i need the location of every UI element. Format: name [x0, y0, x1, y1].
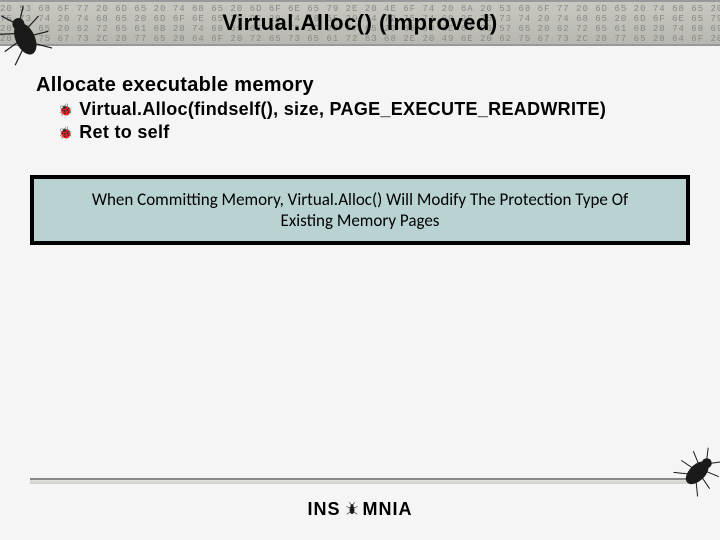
brand-logo: INS MNIA	[307, 499, 412, 520]
sub-bullet-text: Virtual.Alloc(findself(), size, PAGE_EXE…	[79, 99, 606, 120]
logo-text-right: MNIA	[363, 499, 413, 520]
footer: INS MNIA	[0, 478, 720, 540]
sub-bullet-text: Ret to self	[79, 122, 169, 143]
bug-bullet-icon: 🐞	[58, 127, 73, 139]
sub-bullet-list: 🐞 Virtual.Alloc(findself(), size, PAGE_E…	[36, 99, 684, 143]
bug-bullet-icon: 🐞	[58, 104, 73, 116]
callout-box: When Committing Memory, Virtual.Alloc() …	[30, 175, 690, 245]
cockroach-icon	[343, 502, 361, 516]
title-header: 20 53 68 6F 77 20 6D 65 20 74 68 65 20 6…	[0, 0, 720, 46]
footer-divider	[30, 478, 690, 484]
sub-bullet: 🐞 Virtual.Alloc(findself(), size, PAGE_E…	[36, 99, 684, 120]
callout-text: When Committing Memory, Virtual.Alloc() …	[92, 189, 628, 231]
main-bullet: Allocate executable memory	[36, 74, 684, 97]
slide-title: Virtual.Alloc() (Improved)	[222, 10, 497, 36]
logo-text-left: INS	[307, 499, 340, 520]
content-body: Allocate executable memory 🐞 Virtual.All…	[0, 46, 720, 143]
sub-bullet: 🐞 Ret to self	[36, 122, 684, 143]
